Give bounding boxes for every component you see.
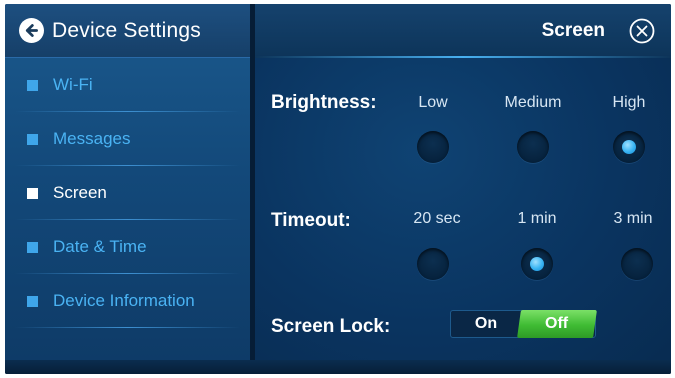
sidebar-item-device-information[interactable]: Device Information	[5, 274, 250, 328]
main-panel: Screen Brightness: Low Medium High Timeo…	[255, 4, 671, 374]
brightness-label: Brightness:	[271, 92, 377, 113]
bullet-square-icon	[27, 187, 38, 199]
sidebar-title: Device Settings	[52, 18, 201, 42]
screen-lock-toggle[interactable]: On Off	[450, 310, 597, 338]
main-header: Screen	[255, 4, 671, 58]
sidebar-item-messages[interactable]: Messages	[5, 112, 250, 166]
timeout-option-1min-label: 1 min	[517, 210, 557, 227]
sidebar-item-label: Date & Time	[53, 237, 147, 256]
toggle-off-option[interactable]: Off	[517, 310, 597, 338]
bullet-square-icon	[27, 79, 38, 91]
bullet-square-icon	[27, 295, 38, 307]
timeout-3min-radio[interactable]	[621, 248, 653, 280]
toggle-off-label: Off	[545, 315, 569, 332]
page-title: Screen	[541, 20, 605, 41]
brightness-low-radio[interactable]	[417, 131, 449, 163]
bullet-square-icon	[27, 133, 38, 145]
sidebar-item-wifi[interactable]: Wi-Fi	[5, 58, 250, 112]
sidebar-item-label: Device Information	[53, 291, 195, 310]
brightness-medium-radio[interactable]	[517, 131, 549, 163]
sidebar-item-screen[interactable]: Screen	[5, 166, 250, 220]
brightness-option-medium-label: Medium	[504, 94, 562, 111]
sidebar-item-label: Screen	[53, 183, 107, 202]
brightness-option-low-label: Low	[418, 94, 448, 111]
back-arrow-icon[interactable]	[19, 18, 44, 43]
sidebar-header: Device Settings	[5, 4, 250, 58]
device-screen: Device Settings Wi-Fi Messages Screen Da…	[5, 4, 671, 374]
sidebar-item-date-time[interactable]: Date & Time	[5, 220, 250, 274]
toggle-on-option[interactable]: On	[451, 311, 521, 337]
sidebar-item-label: Wi-Fi	[53, 75, 93, 94]
timeout-option-3min-label: 3 min	[613, 210, 653, 227]
brightness-high-radio[interactable]	[613, 131, 645, 163]
screen-lock-label: Screen Lock:	[271, 316, 391, 337]
sidebar-item-label: Messages	[53, 129, 131, 148]
bottom-band	[5, 360, 671, 374]
bullet-square-icon	[27, 241, 38, 253]
timeout-20sec-radio[interactable]	[417, 248, 449, 280]
brightness-option-high-label: High	[612, 94, 646, 111]
timeout-1min-radio[interactable]	[521, 248, 553, 280]
timeout-option-20sec-label: 20 sec	[413, 210, 461, 227]
timeout-label: Timeout:	[271, 210, 351, 231]
sidebar: Device Settings Wi-Fi Messages Screen Da…	[5, 4, 250, 374]
sidebar-menu: Wi-Fi Messages Screen Date & Time Device…	[5, 58, 250, 328]
close-circle-icon[interactable]	[629, 18, 655, 44]
